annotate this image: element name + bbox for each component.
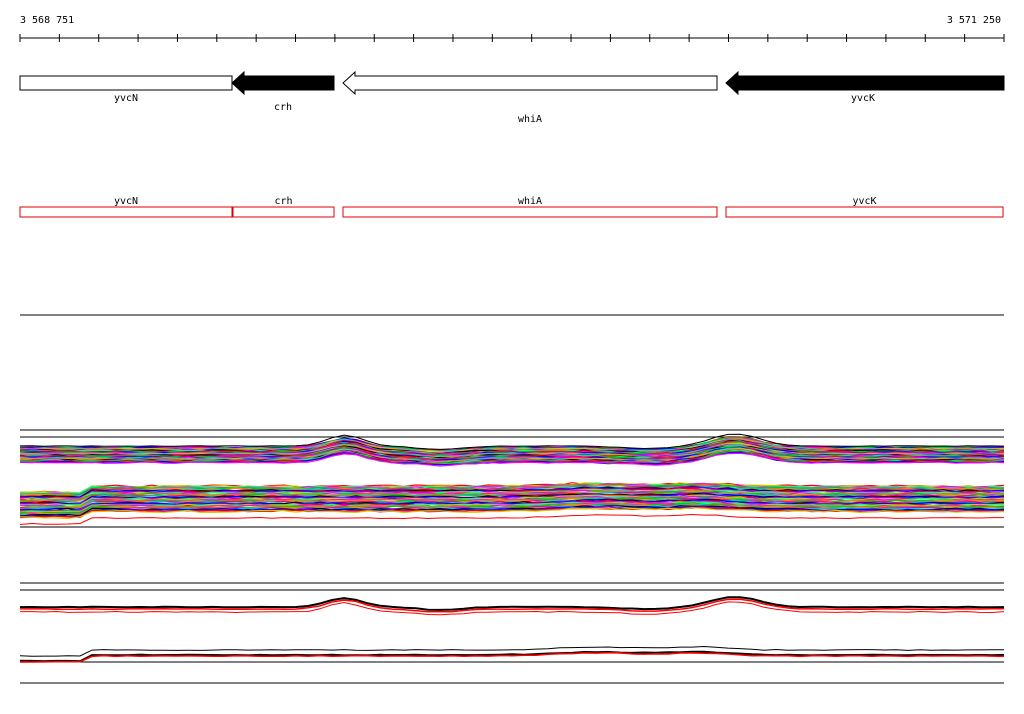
- genome-browser-view: 3 568 751 3 571 250 yvcN crh whiA yvcK yvcN…: [0, 0, 1024, 714]
- gene-label-yvcK: yvcK: [851, 93, 875, 104]
- summary-profile-track: [19, 582, 1005, 684]
- annotation-label-yvcN: yvcN: [114, 196, 138, 207]
- gene-arrow-whiA[interactable]: [342, 70, 718, 96]
- expression-profile-track: [19, 429, 1005, 528]
- annotation-track: yvcN crh whiA yvcK: [19, 196, 1004, 218]
- genome-track-canvas: 3 568 751 3 571 250 yvcN crh whiA yvcK yvcN…: [19, 15, 1005, 684]
- annotation-label-yvcK: yvcK: [852, 196, 876, 207]
- coordinate-ruler: 3 568 751 3 571 250: [19, 15, 1005, 42]
- gene-label-crh: crh: [274, 102, 292, 113]
- summary-profile-red: [20, 598, 1004, 613]
- ruler-end-label: 3 571 250: [947, 15, 1001, 26]
- annotation-label-whiA: whiA: [518, 196, 542, 207]
- annotation-box-yvcK[interactable]: [725, 206, 1004, 218]
- annotation-box-yvcN[interactable]: [19, 206, 233, 218]
- gene-arrow-yvcN[interactable]: [19, 75, 233, 91]
- annotation-box-whiA[interactable]: [342, 206, 718, 218]
- gene-arrow-yvcK[interactable]: [725, 70, 1005, 96]
- gene-label-yvcN: yvcN: [114, 93, 138, 104]
- ruler-start-label: 3 568 751: [20, 15, 74, 26]
- expression-profile-highlight: [19, 513, 1004, 525]
- gene-track: yvcN crh whiA yvcK: [19, 70, 1005, 125]
- summary-profile-black: [19, 596, 1005, 611]
- gene-label-whiA: whiA: [518, 114, 542, 125]
- gene-arrow-crh[interactable]: [231, 70, 335, 96]
- annotation-label-crh: crh: [274, 196, 292, 207]
- annotation-box-crh[interactable]: [232, 206, 335, 218]
